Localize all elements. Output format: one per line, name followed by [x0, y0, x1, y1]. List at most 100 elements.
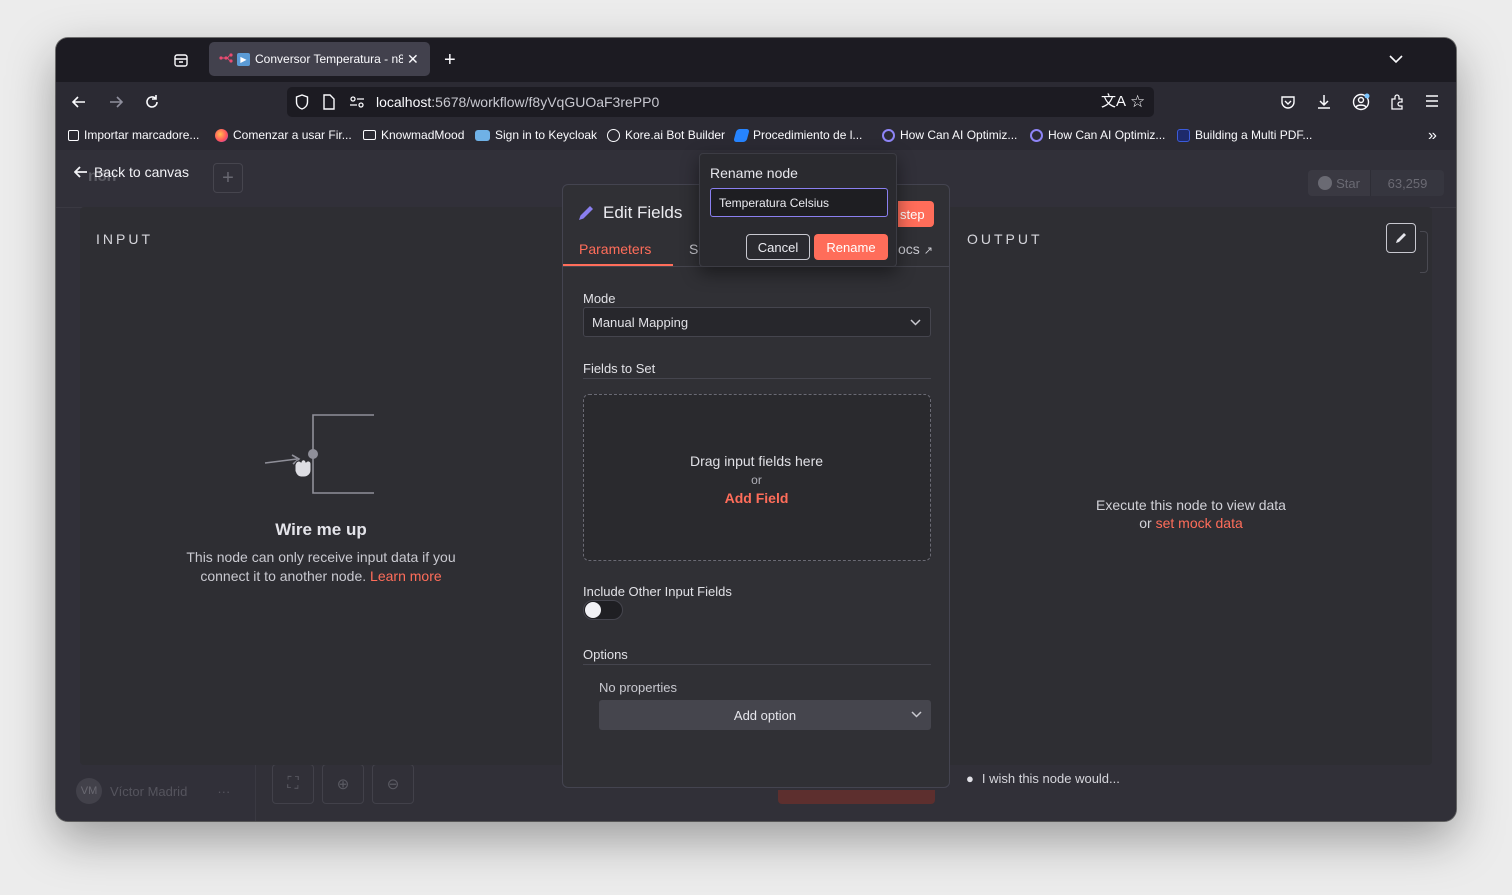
tab-title: Conversor Temperatura - n8n [255, 52, 403, 66]
list-all-tabs-icon[interactable] [1389, 52, 1403, 68]
back-to-canvas-label: Back to canvas [94, 164, 189, 180]
output-hint-line1: Execute this node to view data [1096, 497, 1286, 513]
node-parameters-panel: Edit Fields step Parameters S ocs ↗ Mode… [562, 184, 950, 788]
add-option-select[interactable]: Add option [599, 700, 931, 730]
bookmark-import[interactable]: Importar marcadore... [68, 128, 199, 142]
output-header: OUTPUT [967, 231, 1043, 247]
downloads-icon[interactable] [1316, 94, 1332, 114]
bookmark-pdf[interactable]: Building a Multi PDF... [1177, 128, 1312, 142]
node-title-text: Edit Fields [603, 203, 683, 222]
input-hint-line1: This node can only receive input data if… [186, 549, 456, 565]
active-tab-indicator [563, 264, 673, 266]
output-hint-line2: or set mock data [950, 515, 1432, 531]
browser-window: ▶ Conversor Temperatura - n8n ✕ + localh… [56, 38, 1456, 821]
node-name-value: Temperatura Celsius [719, 196, 830, 210]
close-tab-icon[interactable]: ✕ [407, 51, 419, 68]
globe-icon [607, 128, 620, 142]
permissions-icon[interactable] [349, 95, 365, 113]
include-other-fields-label: Include Other Input Fields [583, 584, 732, 599]
bookmark-ai-1[interactable]: How Can AI Optimiz... [882, 128, 1017, 142]
confluence-icon [733, 128, 750, 142]
add-field-link[interactable]: Add Field [584, 490, 929, 506]
app-menu-icon[interactable] [1425, 95, 1439, 111]
add-option-label: Add option [733, 708, 797, 723]
back-to-canvas-button[interactable]: Back to canvas [74, 164, 189, 180]
url-path: :5678/workflow/f8yVqGUOaF3rePP0 [431, 94, 660, 110]
url-host: localhost [376, 94, 432, 110]
divider [583, 664, 931, 665]
docs-link[interactable]: ocs ↗ [898, 241, 933, 257]
active-tab[interactable]: ▶ Conversor Temperatura - n8n ✕ [209, 42, 430, 76]
input-header: INPUT [96, 231, 153, 247]
bookmark-label: Kore.ai Bot Builder [625, 128, 726, 142]
learn-more-link[interactable]: Learn more [370, 568, 442, 584]
back-arrow-icon[interactable] [71, 94, 87, 114]
input-hint-text: connect it to another node. [200, 568, 367, 584]
page-icon[interactable] [323, 94, 335, 114]
include-other-fields-toggle[interactable] [583, 600, 623, 620]
address-bar[interactable]: localhost:5678/workflow/f8yVqGUOaF3rePP0… [287, 87, 1154, 117]
navigation-bar: localhost:5678/workflow/f8yVqGUOaF3rePP0… [56, 82, 1456, 122]
input-panel: INPUT Wire me up This node can only rece… [80, 207, 562, 765]
tab-settings[interactable]: S [689, 241, 698, 257]
wire-me-up-illustration [264, 414, 374, 494]
tracking-shield-icon[interactable] [295, 94, 309, 114]
account-icon[interactable] [1352, 93, 1370, 115]
folder-icon [363, 130, 376, 140]
cancel-button[interactable]: Cancel [746, 234, 810, 260]
output-panel-edge [1420, 231, 1428, 273]
output-hint-or: or [1139, 515, 1152, 531]
node-title[interactable]: Edit Fields [577, 203, 682, 223]
chevron-down-icon [911, 711, 922, 718]
hexagon-icon [882, 128, 895, 142]
node-name-input[interactable]: Temperatura Celsius [710, 188, 888, 217]
bookmark-knowmadmood[interactable]: KnowmadMood [363, 128, 464, 142]
fields-to-set-label: Fields to Set [583, 361, 656, 376]
hexagon-icon [1030, 128, 1043, 142]
bookmark-kore[interactable]: Kore.ai Bot Builder [607, 128, 725, 142]
bookmark-label: Comenzar a usar Fir... [233, 128, 352, 142]
bookmark-label: Sign in to Keycloak [495, 128, 598, 142]
more-bookmarks-icon[interactable]: » [1428, 128, 1437, 144]
reload-icon[interactable] [144, 94, 160, 114]
firefox-icon [215, 128, 228, 142]
chevron-down-icon [910, 319, 921, 326]
forward-arrow-icon[interactable] [108, 94, 124, 114]
extensions-icon[interactable] [1389, 94, 1405, 114]
bookmark-procedimiento[interactable]: Procedimiento de l... [733, 128, 862, 142]
bookmark-ai-2[interactable]: How Can AI Optimiz... [1030, 128, 1165, 142]
divider [583, 378, 931, 379]
rename-title: Rename node [710, 165, 798, 181]
mode-label: Mode [583, 291, 616, 306]
bookmarks-toolbar: Importar marcadore... Comenzar a usar Fi… [56, 122, 1456, 150]
new-tab-button[interactable]: + [444, 50, 456, 70]
tab-strip: ▶ Conversor Temperatura - n8n ✕ + [56, 38, 1456, 82]
fields-drop-zone[interactable]: Drag input fields here or Add Field [583, 394, 931, 561]
bookmark-label: KnowmadMood [381, 128, 465, 142]
tab-manager-icon[interactable] [173, 52, 189, 71]
bookmark-label: How Can AI Optimiz... [900, 128, 1018, 142]
set-mock-data-link[interactable]: set mock data [1156, 515, 1243, 531]
output-panel: OUTPUT Execute this node to view data or… [950, 207, 1432, 765]
pocket-icon[interactable] [1280, 94, 1296, 114]
bookmark-firefox[interactable]: Comenzar a usar Fir... [215, 128, 352, 142]
feedback-link[interactable]: ● I wish this node would... [966, 771, 1120, 786]
test-step-button[interactable]: step [898, 201, 934, 227]
pencil-icon [579, 206, 593, 220]
url-text: localhost:5678/workflow/f8yVqGUOaF3rePP0 [376, 94, 659, 110]
docs-label: ocs [898, 241, 920, 257]
toggle-knob [585, 602, 601, 618]
translate-icon[interactable]: 文A [1101, 94, 1126, 109]
pencil-icon [1396, 233, 1406, 243]
bookmark-keycloak[interactable]: Sign in to Keycloak [475, 128, 597, 142]
bookmark-label: Importar marcadore... [84, 128, 200, 142]
tab-parameters[interactable]: Parameters [579, 241, 651, 257]
rename-button[interactable]: Rename [814, 234, 888, 260]
media-playing-icon: ▶ [237, 52, 250, 66]
mode-select[interactable]: Manual Mapping [583, 307, 931, 337]
bookmark-label: Building a Multi PDF... [1195, 128, 1313, 142]
no-properties-text: No properties [599, 680, 678, 695]
n8n-tab-icon [219, 52, 233, 66]
edit-output-button[interactable] [1386, 223, 1416, 253]
bookmark-star-icon[interactable]: ☆ [1130, 93, 1145, 110]
